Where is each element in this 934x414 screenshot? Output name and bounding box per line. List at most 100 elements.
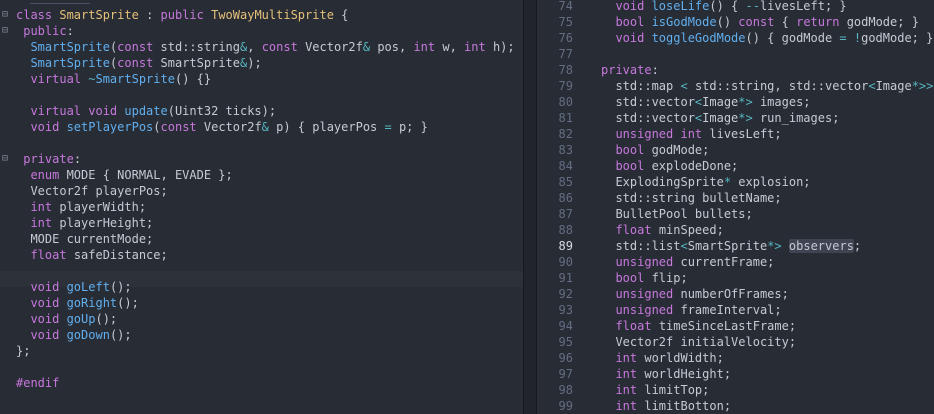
code-line[interactable]: 96 int worldWidth; (537, 350, 934, 366)
pane-splitter[interactable] (523, 0, 537, 414)
line-number: 82 (558, 127, 573, 141)
code-token: void (615, 31, 652, 45)
code-token: () { (709, 0, 746, 13)
code-text: int playerWidth; (16, 199, 146, 215)
code-line[interactable]: 85 ExplodingSprite* explosion; (537, 174, 934, 190)
code-line[interactable]: 87 BulletPool bullets; (537, 206, 934, 222)
code-line[interactable]: 89 std::list<SmartSprite*> observers; (537, 238, 934, 254)
code-text: int playerHeight; (16, 215, 153, 231)
code-text: float safeDistance; (16, 247, 167, 263)
code-text: ExplodingSprite* explosion; (601, 174, 810, 190)
code-line[interactable]: void setPlayerPos(const Vector2f& p) { p… (0, 119, 523, 135)
line-number: 86 (558, 191, 573, 205)
code-token: int (464, 40, 493, 54)
code-line[interactable]: void goUp(); (0, 311, 523, 327)
code-line[interactable]: 84 bool explodeDone; (537, 158, 934, 174)
code-text: virtual ~SmartSprite() {} (16, 71, 211, 87)
code-line[interactable]: 98 int limitTop; (537, 382, 934, 398)
code-line[interactable]: Vector2f playerPos; (0, 183, 523, 199)
code-line[interactable]: 93 unsigned frameInterval; (537, 302, 934, 318)
code-line[interactable]: 94 float timeSinceLastFrame; (537, 318, 934, 334)
code-line[interactable]: void goLeft(); (0, 279, 523, 295)
code-token: int (30, 200, 60, 214)
code-token: int (615, 351, 645, 365)
code-line[interactable]: 90 unsigned currentFrame; (537, 254, 934, 270)
code-token: const (160, 120, 204, 134)
line-number: 94 (558, 319, 573, 333)
code-text: Vector2f playerPos; (16, 183, 167, 199)
code-line[interactable]: ⊟ private: (0, 151, 523, 167)
code-text: SmartSprite(const std::string&, const Ve… (16, 39, 514, 55)
code-line[interactable]: 80 std::vector<Image*> images; (537, 94, 934, 110)
code-line[interactable]: enum MODE { NORMAL, EVADE }; (0, 167, 523, 183)
code-token: *> (738, 95, 753, 109)
code-line[interactable]: 81 std::vector<Image*> run_images; (537, 110, 934, 126)
code-line[interactable]: 92 unsigned numberOfFrames; (537, 286, 934, 302)
code-line[interactable]: 88 float minSpeed; (537, 222, 934, 238)
code-line[interactable]: int playerHeight; (0, 215, 523, 231)
code-line[interactable]: 76 void toggleGodMode() { godMode = !god… (537, 30, 934, 46)
code-line[interactable]: 95 Vector2f initialVelocity; (537, 334, 934, 350)
code-token: float (30, 248, 74, 262)
code-line[interactable]: MODE currentMode; (0, 231, 523, 247)
code-line[interactable]: 82 unsigned int livesLeft; (537, 126, 934, 142)
code-token: minSpeed; (658, 223, 724, 237)
code-token: const (117, 56, 161, 70)
code-token: setPlayerPos (66, 120, 154, 134)
line-number: 77 (558, 47, 573, 61)
code-text: std::string bulletName; (601, 190, 781, 206)
editor-pane-right[interactable]: 74 void loseLife() { --livesLeft; } 75 bo… (537, 0, 934, 414)
code-token: *>> (911, 79, 934, 93)
fold-toggle-icon[interactable]: ⊟ (2, 23, 12, 39)
code-line[interactable]: }; (0, 343, 523, 359)
code-line[interactable]: 97 int worldHeight; (537, 366, 934, 382)
code-token: void (30, 120, 67, 134)
line-number: 87 (558, 207, 573, 221)
code-token: bool (615, 159, 652, 173)
editor-pane-left[interactable]: ⊟ class SmartSprite : public TwoWayMultiS… (0, 0, 523, 414)
code-line[interactable]: 78 private: (537, 62, 934, 78)
code-token: update (124, 104, 168, 118)
code-line[interactable]: 74 void loseLife() { --livesLeft; } (537, 0, 934, 14)
code-line[interactable]: void goDown(); (0, 327, 523, 343)
code-text: void goRight(); (16, 295, 138, 311)
code-line[interactable]: ⊟ class SmartSprite : public TwoWayMultiS… (0, 7, 523, 23)
line-number: 75 (558, 15, 573, 29)
code-line[interactable]: ⊟ public: (0, 23, 523, 39)
code-token: numberOfFrames; (680, 287, 789, 301)
code-line[interactable]: 75 bool isGodMode() const { return godMo… (537, 14, 934, 30)
code-line[interactable]: int playerWidth; (0, 199, 523, 215)
code-line[interactable]: SmartSprite(const SmartSprite&); (0, 55, 523, 71)
code-line[interactable]: 79 std::map < std::string, std::vector<I… (537, 78, 934, 94)
code-line[interactable]: 91 bool flip; (537, 270, 934, 286)
code-text: private: (601, 62, 659, 78)
code-token: void (30, 296, 67, 310)
code-line[interactable]: virtual ~SmartSprite() {} (0, 71, 523, 87)
code-line[interactable]: 99 int limitBotton; (537, 398, 934, 414)
code-token: ; (853, 239, 862, 253)
code-line[interactable]: float safeDistance; (0, 247, 523, 263)
code-line[interactable]: void goRight(); (0, 295, 523, 311)
code-token: std::string (160, 40, 241, 54)
code-line[interactable]: virtual void update(Uint32 ticks); (0, 103, 523, 119)
code-line[interactable]: #endif (0, 375, 523, 391)
code-line[interactable]: 77 (537, 46, 934, 62)
code-text: bool godMode; (601, 142, 709, 158)
fold-toggle-icon[interactable]: ⊟ (2, 7, 12, 23)
code-token: bool (615, 15, 652, 29)
code-token: virtual (30, 72, 89, 86)
code-token: MODE currentMode; (16, 232, 154, 246)
code-line[interactable]: 86 std::string bulletName; (537, 190, 934, 206)
fold-toggle-icon[interactable]: ⊟ (2, 151, 12, 167)
code-token: ( (153, 120, 161, 134)
line-number: 95 (558, 335, 573, 349)
code-token: void (30, 328, 67, 342)
code-text: unsigned frameInterval; (601, 302, 781, 318)
code-line[interactable]: SmartSprite(const std::string&, const Ve… (0, 39, 523, 55)
code-line[interactable]: 83 bool godMode; (537, 142, 934, 158)
